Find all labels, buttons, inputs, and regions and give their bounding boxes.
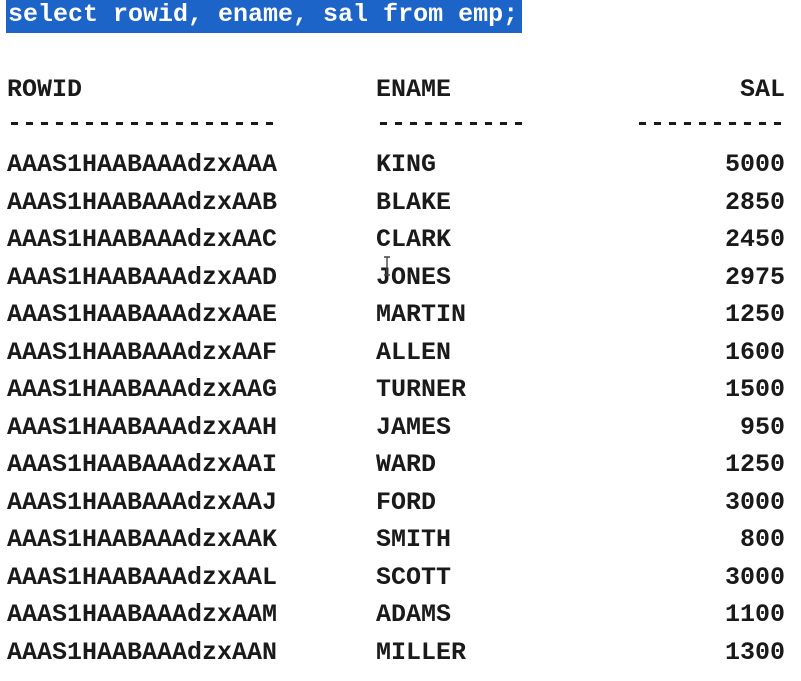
header-separator: ------------------ ---------- ----------: [7, 109, 785, 147]
cell-rowid: AAAS1HAABAAAdzxAAM: [7, 600, 278, 629]
cell-sal: 1250: [724, 300, 785, 329]
text-cursor-icon: [384, 256, 390, 276]
header-sal: SAL: [739, 75, 785, 104]
table-row: AAAS1HAABAAAdzxAAI WARD 1250: [7, 446, 785, 484]
cell-rowid: AAAS1HAABAAAdzxAAJ: [7, 487, 278, 517]
cell-ename: SCOTT: [376, 562, 452, 592]
cell-sal: 3000: [724, 562, 785, 592]
table-row: AAAS1HAABAAAdzxAAA KING 5000: [7, 146, 785, 184]
table-row: AAAS1HAABAAAdzxAAG TURNER 1500: [7, 371, 785, 409]
separator-ename: ----------: [376, 108, 527, 138]
cell-sal: 5000: [724, 150, 785, 179]
cell-rowid: AAAS1HAABAAAdzxAAC: [7, 225, 278, 254]
table-row: AAAS1HAABAAAdzxAAK SMITH 800: [7, 521, 785, 559]
cell-sal: 1600: [724, 337, 785, 367]
cell-sal: 800: [739, 525, 785, 554]
cell-rowid: AAAS1HAABAAAdzxAAI: [7, 450, 278, 479]
cell-ename: JAMES: [376, 412, 452, 442]
cell-rowid: AAAS1HAABAAAdzxAAL: [7, 562, 278, 592]
table-row: AAAS1HAABAAAdzxAAJ FORD 3000: [7, 484, 785, 522]
table-row: AAAS1HAABAAAdzxAAL SCOTT 3000: [7, 559, 785, 597]
cell-ename: FORD: [376, 487, 437, 517]
table-row: AAAS1HAABAAAdzxAAB BLAKE 2850: [7, 184, 785, 222]
table-header: ROWID ENAME SAL: [7, 71, 785, 109]
cell-rowid: AAAS1HAABAAAdzxAAB: [7, 187, 278, 217]
result-table: ROWID ENAME SAL ------------------ -----…: [7, 71, 785, 671]
cell-sal: 1300: [724, 637, 785, 667]
cell-rowid: AAAS1HAABAAAdzxAAN: [7, 637, 278, 667]
table-row: AAAS1HAABAAAdzxAAF ALLEN 1600: [7, 334, 785, 372]
cell-rowid: AAAS1HAABAAAdzxAAD: [7, 262, 278, 292]
cell-sal: 1100: [724, 600, 785, 629]
table-row: AAAS1HAABAAAdzxAAD JONES 2975: [7, 259, 785, 297]
table-body: AAAS1HAABAAAdzxAAA KING 5000 AAAS1HAABAAAdz…: [7, 146, 785, 671]
cell-rowid: AAAS1HAABAAAdzxAAG: [7, 375, 278, 404]
cell-ename: KING: [376, 150, 437, 179]
cell-sal: 2450: [724, 225, 785, 254]
cell-ename: CLARK: [376, 225, 452, 254]
cell-rowid: AAAS1HAABAAAdzxAAE: [7, 300, 278, 329]
cell-sal: 2850: [724, 187, 785, 217]
table-row: AAAS1HAABAAAdzxAAC CLARK 2450: [7, 221, 785, 259]
separator-rowid: ------------------: [7, 108, 278, 138]
cell-ename: SMITH: [376, 525, 452, 554]
cell-rowid: AAAS1HAABAAAdzxAAF: [7, 337, 278, 367]
separator-sal: ----------: [634, 108, 785, 138]
cell-sal: 1500: [724, 375, 785, 404]
table-row: AAAS1HAABAAAdzxAAM ADAMS 1100: [7, 596, 785, 634]
cell-ename: ALLEN: [376, 337, 452, 367]
cell-ename: JONES: [376, 262, 452, 292]
cell-ename: BLAKE: [376, 187, 452, 217]
sql-query-selected[interactable]: select rowid, ename, sal from emp;: [6, 0, 523, 33]
cell-sal: 1250: [724, 450, 785, 479]
table-row: AAAS1HAABAAAdzxAAN MILLER 1300: [7, 634, 785, 672]
cell-rowid: AAAS1HAABAAAdzxAAH: [7, 412, 278, 442]
cell-rowid: AAAS1HAABAAAdzxAAA: [7, 150, 278, 179]
cell-sal: 950: [739, 412, 785, 442]
cell-ename: TURNER: [376, 375, 467, 404]
table-row: AAAS1HAABAAAdzxAAH JAMES 950: [7, 409, 785, 447]
cell-ename: MILLER: [376, 637, 467, 667]
header-rowid: ROWID: [7, 75, 83, 104]
cell-ename: WARD: [376, 450, 437, 479]
cell-rowid: AAAS1HAABAAAdzxAAK: [7, 525, 278, 554]
table-row: AAAS1HAABAAAdzxAAE MARTIN 1250: [7, 296, 785, 334]
cell-sal: 2975: [724, 262, 785, 292]
cell-ename: MARTIN: [376, 300, 467, 329]
cell-sal: 3000: [724, 487, 785, 517]
cell-ename: ADAMS: [376, 600, 452, 629]
header-ename: ENAME: [376, 75, 452, 104]
